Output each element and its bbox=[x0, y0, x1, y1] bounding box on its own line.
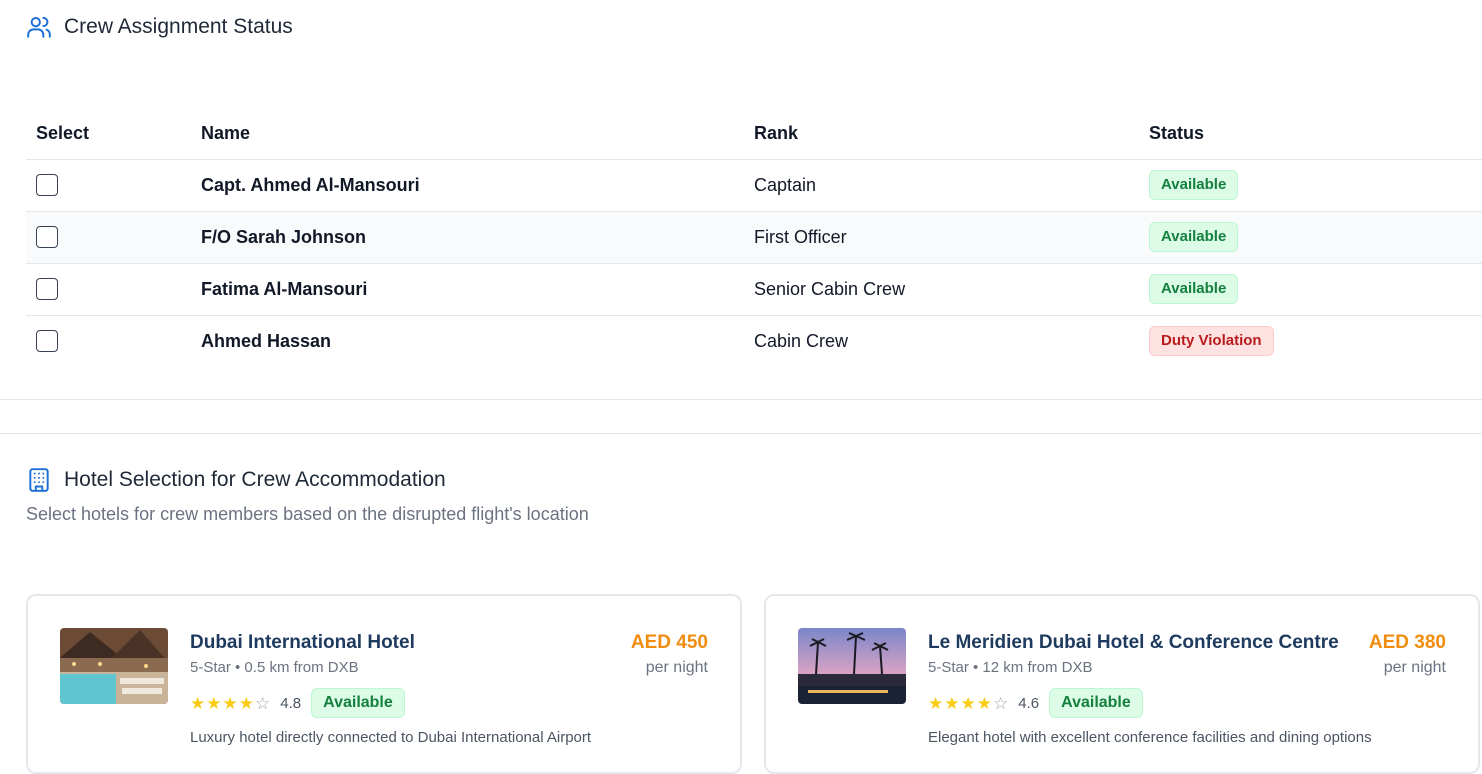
star-outline-icon: ☆ bbox=[993, 693, 1009, 713]
hotel-selection-section: Hotel Selection for Crew Accommodation S… bbox=[0, 433, 1482, 774]
hotel-image bbox=[798, 628, 906, 704]
status-badge: Available bbox=[1149, 274, 1239, 304]
crew-table: Select Name Rank Status Capt. Ahmed Al-M… bbox=[26, 108, 1482, 367]
hotel-description: Luxury hotel directly connected to Dubai… bbox=[190, 729, 592, 746]
hotel-section-title: Hotel Selection for Crew Accommodation bbox=[64, 468, 446, 491]
crew-rank: First Officer bbox=[744, 211, 1139, 264]
star-icon: ★ bbox=[238, 693, 254, 713]
crew-name: Fatima Al-Mansouri bbox=[191, 263, 744, 316]
status-cell: Available bbox=[1139, 263, 1482, 316]
crew-table-header-row: Select Name Rank Status bbox=[26, 108, 1482, 160]
hotel-rating-row: ★ ★ ★ ★ ☆ 4.6 Available bbox=[928, 688, 1143, 718]
rating-value: 4.6 bbox=[1018, 694, 1040, 712]
hotel-section-header: Hotel Selection for Crew Accommodation bbox=[26, 467, 446, 493]
crew-rank: Captain bbox=[744, 159, 1139, 212]
star-outline-icon: ☆ bbox=[255, 693, 271, 713]
status-badge: Available bbox=[1149, 170, 1239, 200]
hotel-status-badge: Available bbox=[311, 688, 405, 718]
status-cell: Available bbox=[1139, 159, 1482, 212]
hotel-meta: 5-Star • 0.5 km from DXB bbox=[190, 659, 359, 676]
hotel-meta: 5-Star • 12 km from DXB bbox=[928, 659, 1093, 676]
hotel-price-unit: per night bbox=[645, 659, 708, 676]
status-cell: Duty Violation bbox=[1139, 315, 1482, 367]
star-rating: ★ ★ ★ ★ ☆ bbox=[190, 695, 270, 712]
star-icon: ★ bbox=[190, 693, 206, 713]
hotel-name: Dubai International Hotel bbox=[190, 632, 415, 653]
star-icon: ★ bbox=[928, 693, 944, 713]
hotel-card[interactable]: Dubai International Hotel 5-Star • 0.5 k… bbox=[26, 594, 742, 774]
building-icon bbox=[26, 467, 52, 493]
crew-rank: Cabin Crew bbox=[754, 330, 849, 351]
hotel-price: AED 380 bbox=[1368, 632, 1446, 653]
hotel-image bbox=[60, 628, 168, 704]
crew-section-header: Crew Assignment Status bbox=[26, 14, 293, 40]
select-cell bbox=[26, 211, 191, 264]
column-header-status: Status bbox=[1139, 108, 1482, 160]
star-icon: ★ bbox=[944, 693, 960, 713]
status-cell: Available bbox=[1139, 211, 1482, 264]
hotel-section-subtitle: Select hotels for crew members based on … bbox=[26, 504, 589, 524]
column-header-select: Select bbox=[26, 108, 191, 160]
star-icon: ★ bbox=[222, 693, 238, 713]
column-header-rank: Rank bbox=[744, 108, 1139, 160]
hotel-name: Le Meridien Dubai Hotel & Conference Cen… bbox=[928, 632, 1339, 653]
hotel-price: AED 450 bbox=[630, 632, 708, 653]
select-cell bbox=[26, 315, 191, 367]
crew-row: Capt. Ahmed Al-Mansouri Captain Availabl… bbox=[26, 159, 1482, 212]
select-cell bbox=[26, 159, 191, 212]
crew-row: Ahmed Hassan Cabin Crew Duty Violation bbox=[26, 315, 1482, 367]
star-icon: ★ bbox=[976, 693, 992, 713]
status-badge-violation: Duty Violation bbox=[1149, 326, 1274, 357]
hotel-rating-row: ★ ★ ★ ★ ☆ 4.8 Available bbox=[190, 688, 405, 718]
crew-name: F/O Sarah Johnson bbox=[191, 211, 744, 264]
hotel-card[interactable]: Le Meridien Dubai Hotel & Conference Cen… bbox=[764, 594, 1480, 774]
crew-row: Fatima Al-Mansouri Senior Cabin Crew Ava… bbox=[26, 263, 1482, 316]
crew-row: F/O Sarah Johnson First Officer Availabl… bbox=[26, 211, 1482, 264]
hotel-price-unit: per night bbox=[1383, 659, 1446, 676]
column-header-name: Name bbox=[191, 108, 744, 160]
crew-select-checkbox[interactable] bbox=[36, 174, 58, 196]
crew-select-checkbox[interactable] bbox=[36, 226, 58, 248]
crew-rank: Senior Cabin Crew bbox=[744, 263, 1139, 316]
hotel-description: Elegant hotel with excellent conference … bbox=[928, 729, 1372, 746]
star-icon: ★ bbox=[206, 693, 222, 713]
hotel-status-badge: Available bbox=[1049, 688, 1143, 718]
select-cell bbox=[26, 263, 191, 316]
star-icon: ★ bbox=[960, 693, 976, 713]
crew-select-checkbox[interactable] bbox=[36, 278, 58, 300]
crew-section-title: Crew Assignment Status bbox=[64, 15, 293, 38]
rating-value: 4.8 bbox=[280, 694, 302, 712]
users-icon bbox=[26, 14, 52, 40]
crew-name: Ahmed Hassan bbox=[201, 330, 332, 351]
crew-name: Capt. Ahmed Al-Mansouri bbox=[191, 159, 744, 212]
status-badge: Available bbox=[1149, 222, 1239, 252]
crew-select-checkbox[interactable] bbox=[36, 330, 58, 353]
crew-assignment-section: Crew Assignment Status Select Name Rank … bbox=[0, 0, 1482, 400]
star-rating: ★ ★ ★ ★ ☆ bbox=[928, 695, 1008, 712]
